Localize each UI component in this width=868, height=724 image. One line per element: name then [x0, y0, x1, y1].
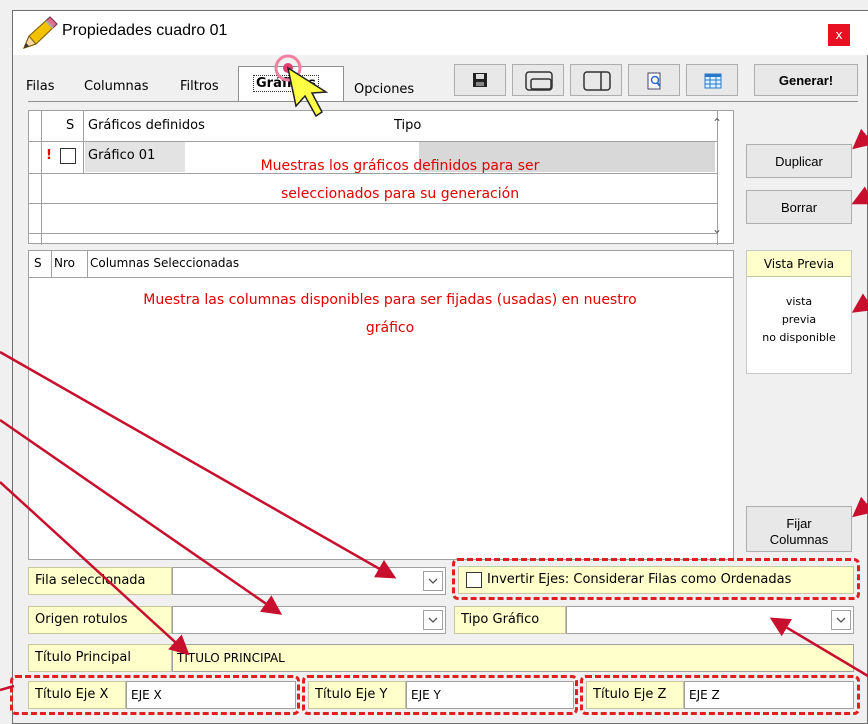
columns-col-s: S: [34, 256, 42, 270]
delete-button[interactable]: Borrar: [746, 190, 852, 224]
preview-panel: Vista Previa vista previa no disponible: [746, 250, 852, 374]
tab-columnas[interactable]: Columnas: [80, 73, 153, 101]
chart-type-dropdown-icon[interactable]: [831, 610, 851, 630]
columns-annotation-2: gráfico: [365, 320, 415, 336]
axis-z-input[interactable]: EJE Z: [684, 681, 854, 709]
main-title-input[interactable]: TITULO PRINCIPAL: [172, 644, 854, 672]
charts-col-type: Tipo: [394, 118, 422, 133]
pencil-icon: [23, 16, 58, 49]
columns-annotation-1: Muestra las columnas disponibles para se…: [143, 292, 637, 308]
tab-opciones[interactable]: Opciones: [350, 76, 418, 104]
layout-split-icon: [583, 71, 611, 91]
zoom-document-icon: [647, 72, 661, 90]
duplicate-button[interactable]: Duplicar: [746, 144, 852, 178]
axis-y-input[interactable]: EJE Y: [406, 681, 574, 709]
preview-header: Vista Previa: [747, 251, 851, 277]
chart-row-name[interactable]: Gráfico 01: [88, 148, 155, 163]
grid-view-button[interactable]: [686, 64, 738, 96]
columns-col-selected: Columnas Seleccionadas: [90, 256, 240, 270]
main-title-label: Título Principal: [28, 644, 172, 672]
labels-origin-label: Origen rotulos: [28, 606, 172, 634]
axis-z-label: Título Eje Z: [586, 681, 684, 709]
window-title: Propiedades cuadro 01: [62, 22, 228, 39]
layout-bottom-button[interactable]: [512, 64, 564, 96]
scroll-up-icon[interactable]: ⌃: [712, 116, 722, 130]
invert-axes-label[interactable]: Invertir Ejes: Considerar Filas como Ord…: [458, 566, 854, 594]
tab-graficos[interactable]: Gráficos: [238, 66, 344, 102]
tab-filas[interactable]: Filas: [22, 73, 59, 101]
tab-divider: [28, 101, 858, 102]
fix-columns-button[interactable]: Fijar Columnas: [746, 506, 852, 552]
selected-row-combo[interactable]: [172, 567, 446, 595]
selected-row-dropdown-icon[interactable]: [423, 571, 443, 591]
preview-text-1: vista: [785, 295, 813, 308]
labels-origin-combo[interactable]: [172, 606, 446, 634]
chart-type-label: Tipo Gráfico: [454, 606, 566, 634]
scroll-down-icon[interactable]: ⌄: [712, 222, 722, 236]
preview-text-2: previa: [781, 313, 817, 326]
close-button[interactable]: x: [828, 24, 850, 46]
tab-filtros[interactable]: Filtros: [176, 73, 223, 101]
save-button[interactable]: [454, 64, 506, 96]
save-icon: [473, 73, 487, 87]
row-warning-flag: !: [46, 148, 52, 163]
charts-annotation-2: seleccionados para su generación: [280, 186, 520, 202]
preview-zoom-button[interactable]: [628, 64, 680, 96]
axis-x-label: Título Eje X: [28, 681, 126, 709]
selected-row-label: Fila seleccionada: [28, 567, 172, 595]
axis-x-input[interactable]: EJE X: [126, 681, 296, 709]
preview-text-3: no disponible: [762, 331, 836, 344]
layout-bottom-icon: [525, 71, 553, 91]
fix-columns-label-2: Columnas: [769, 531, 829, 547]
charts-col-s: S: [66, 118, 75, 133]
generate-button[interactable]: Generar!: [754, 64, 858, 96]
invert-axes-checkbox[interactable]: [466, 572, 482, 588]
tab-graficos-label: Gráficos: [253, 75, 319, 92]
charts-col-defined: Gráficos definidos: [88, 118, 205, 133]
labels-origin-dropdown-icon[interactable]: [423, 610, 443, 630]
columns-col-nro: Nro: [54, 256, 75, 270]
table-grid-icon: [704, 73, 722, 89]
chart-type-combo[interactable]: [566, 606, 854, 634]
fix-columns-label-1: Fijar: [786, 515, 812, 531]
axis-y-label: Título Eje Y: [308, 681, 406, 709]
layout-split-button[interactable]: [570, 64, 622, 96]
row-select-checkbox[interactable]: [60, 148, 76, 164]
charts-annotation-1: Muestras los gráficos definidos para ser: [260, 158, 540, 174]
